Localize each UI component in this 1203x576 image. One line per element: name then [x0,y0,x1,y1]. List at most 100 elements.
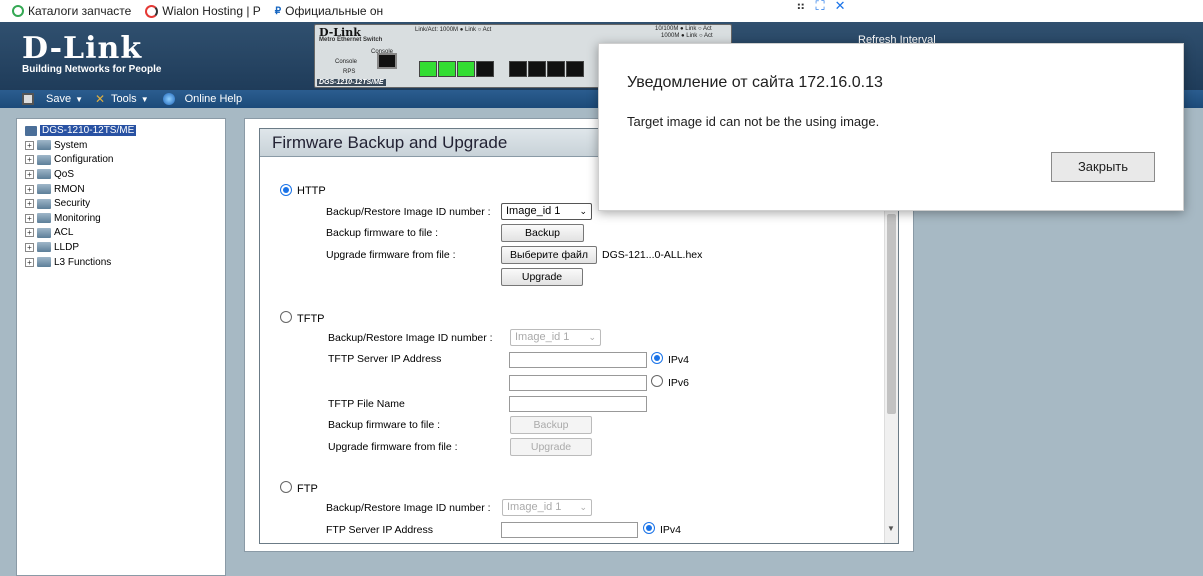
expand-icon[interactable]: + [25,242,34,252]
ftp-ipv4-radio[interactable] [643,522,655,534]
ftp-ipv4-input[interactable] [501,522,638,538]
alert-dialog: Уведомление от сайта 172.16.0.13 Target … [598,43,1184,211]
bookmarks-bar: Каталоги запчасте Wialon Hosting | Р ₽ О… [0,0,1203,22]
port-6 [528,61,546,77]
folder-icon [37,227,51,238]
http-backup-label: Backup firmware to file : [326,227,439,239]
expand-icon[interactable]: + [25,169,34,179]
ftp-server-label: FTP Server IP Address [326,524,433,536]
tftp-ipv4-input[interactable] [509,352,647,368]
switch-icon [25,125,37,136]
tftp-ipv6-label: IPv6 [668,377,690,389]
scrollbar-thumb[interactable] [887,214,896,414]
tftp-backup-label: Backup firmware to file : [328,419,441,431]
browser-controls: ⠶ ⛶ ✕ [796,0,846,14]
port-7 [547,61,565,77]
chevron-down-icon: ⌄ [579,206,587,216]
tftp-image-id-select[interactable]: Image_id 1 ⌄ [510,329,601,346]
ports-group-a [419,61,494,77]
tftp-label: TFTP [297,313,325,325]
tftp-upgrade-button[interactable]: Upgrade [510,438,592,456]
expand-icon[interactable]: + [25,155,34,165]
chevron-down-icon: ▼ [140,94,149,104]
ftp-image-id-select[interactable]: Image_id 1 ⌄ [502,499,592,516]
http-backup-button[interactable]: Backup [501,224,584,242]
ftp-label: FTP [297,483,318,495]
choose-file-button[interactable]: Выберите файл [501,246,597,264]
tftp-upgrade-label: Upgrade firmware from file : [328,441,458,453]
tree-item-acl[interactable]: + ACL [25,226,225,241]
tree-item-security[interactable]: + Security [25,196,225,211]
expand-icon[interactable]: + [25,184,34,194]
tree-root[interactable]: DGS-1210-12TS/ME [25,125,225,136]
bookmark-wialon[interactable]: Wialon Hosting | Р [145,4,261,18]
ruble-icon: ₽ [274,5,282,17]
tools-menu[interactable]: ✕ Tools ▼ [95,93,149,105]
expand-icon[interactable]: ⛶ [816,0,825,14]
http-label: HTTP [297,185,326,197]
bookmark-catalog[interactable]: Каталоги запчасте [12,4,131,18]
globe-icon [162,93,175,105]
tree-item-qos[interactable]: + QoS [25,167,225,182]
tree-item-lldp[interactable]: + LLDP [25,240,225,255]
folder-icon [37,184,51,195]
expand-icon[interactable]: + [25,257,34,267]
folder-icon [37,242,51,253]
close-icon[interactable]: ✕ [835,0,846,14]
online-help-link[interactable]: Online Help [162,93,242,105]
ports-group-b [509,61,584,77]
expand-icon[interactable]: + [25,228,34,238]
tftp-backup-button[interactable]: Backup [510,416,592,434]
port-8 [566,61,584,77]
dialog-close-button[interactable]: Закрыть [1051,152,1155,182]
tftp-file-label: TFTP File Name [328,398,405,410]
tree-item-system[interactable]: + System [25,138,225,153]
tftp-ipv6-radio[interactable] [651,375,663,387]
expand-icon[interactable]: + [25,199,34,209]
tftp-file-input[interactable] [509,396,647,412]
navigation-tree: DGS-1210-12TS/ME + System + Configuration … [16,118,226,576]
chevron-down-icon: ⌄ [579,502,587,512]
tftp-ipv4-radio[interactable] [651,352,663,364]
port-1 [419,61,437,77]
ftp-radio[interactable] [280,481,292,493]
tftp-radio[interactable] [280,311,292,323]
port-4 [476,61,494,77]
grid-icon[interactable]: ⠶ [796,0,806,14]
http-upgrade-label: Upgrade firmware from file : [326,249,456,261]
dlink-logo: D-Link Building Networks for People [22,31,162,76]
port-3 [457,61,475,77]
http-radio[interactable] [280,184,292,196]
save-menu[interactable]: Save ▼ [22,93,83,105]
http-image-id-select[interactable]: Image_id 1 ⌄ [501,203,592,220]
floppy-disk-icon [22,93,34,105]
folder-icon [37,169,51,180]
folder-icon [37,140,51,151]
tree-item-l3-functions[interactable]: + L3 Functions [25,255,225,270]
scroll-down-icon[interactable]: ▼ [885,524,897,536]
ftp-image-id-label: Backup/Restore Image ID number : [326,502,491,514]
tree-item-configuration[interactable]: + Configuration [25,153,225,168]
tftp-ipv4-label: IPv4 [668,354,690,366]
dialog-title: Уведомление от сайта 172.16.0.13 [627,74,883,91]
tftp-ipv6-input[interactable] [509,375,647,391]
wialon-ring-icon [145,4,159,18]
console-port [377,53,397,69]
tree-item-monitoring[interactable]: + Monitoring [25,211,225,226]
tree-item-rmon[interactable]: + RMON [25,182,225,197]
ftp-ipv4-label: IPv4 [660,524,682,536]
bookmark-official[interactable]: ₽ Официальные он [275,4,383,18]
port-2 [438,61,456,77]
expand-icon[interactable]: + [25,140,34,150]
folder-icon [37,257,51,268]
http-image-id-label: Backup/Restore Image ID number : [326,206,491,218]
expand-icon[interactable]: + [25,213,34,223]
tftp-image-id-label: Backup/Restore Image ID number : [328,332,493,344]
tools-icon: ✕ [95,92,106,106]
selected-filename: DGS-121...0-ALL.hex [602,249,703,261]
folder-icon [37,213,51,224]
chevron-down-icon: ⌄ [588,332,596,342]
http-upgrade-button[interactable]: Upgrade [501,268,583,286]
port-5 [509,61,527,77]
tftp-server-label: TFTP Server IP Address [328,353,442,365]
